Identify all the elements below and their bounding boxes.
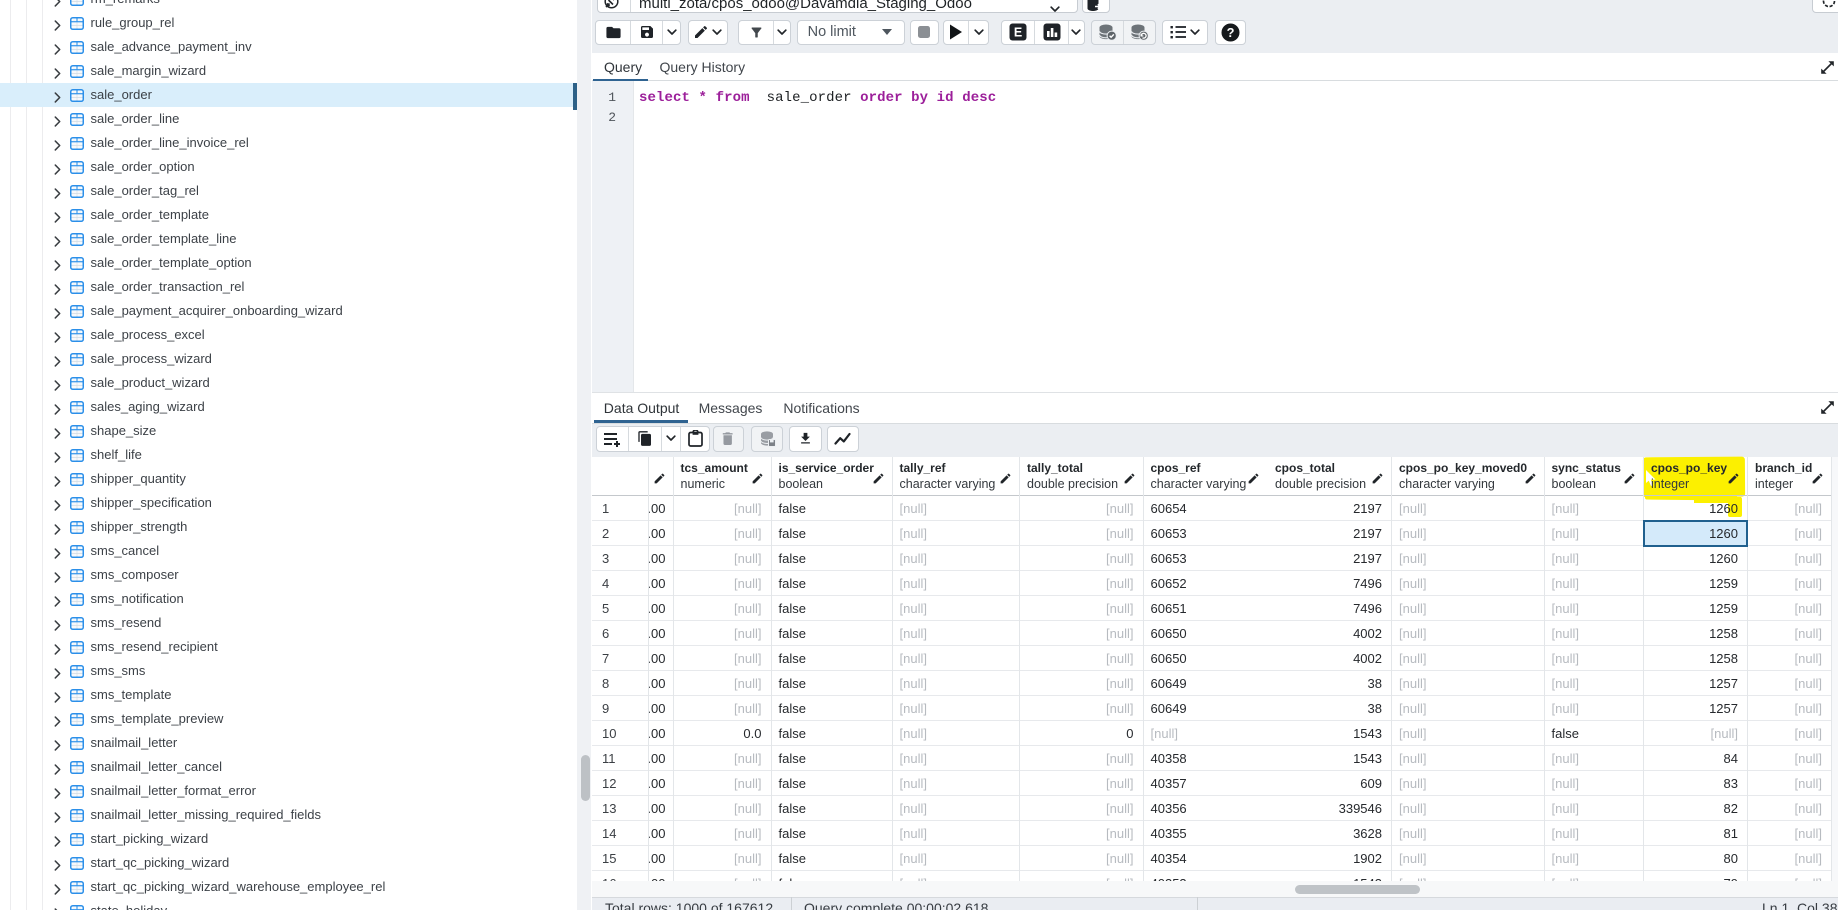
svg-text:E: E <box>1014 26 1022 40</box>
svg-text:?: ? <box>1227 25 1235 40</box>
